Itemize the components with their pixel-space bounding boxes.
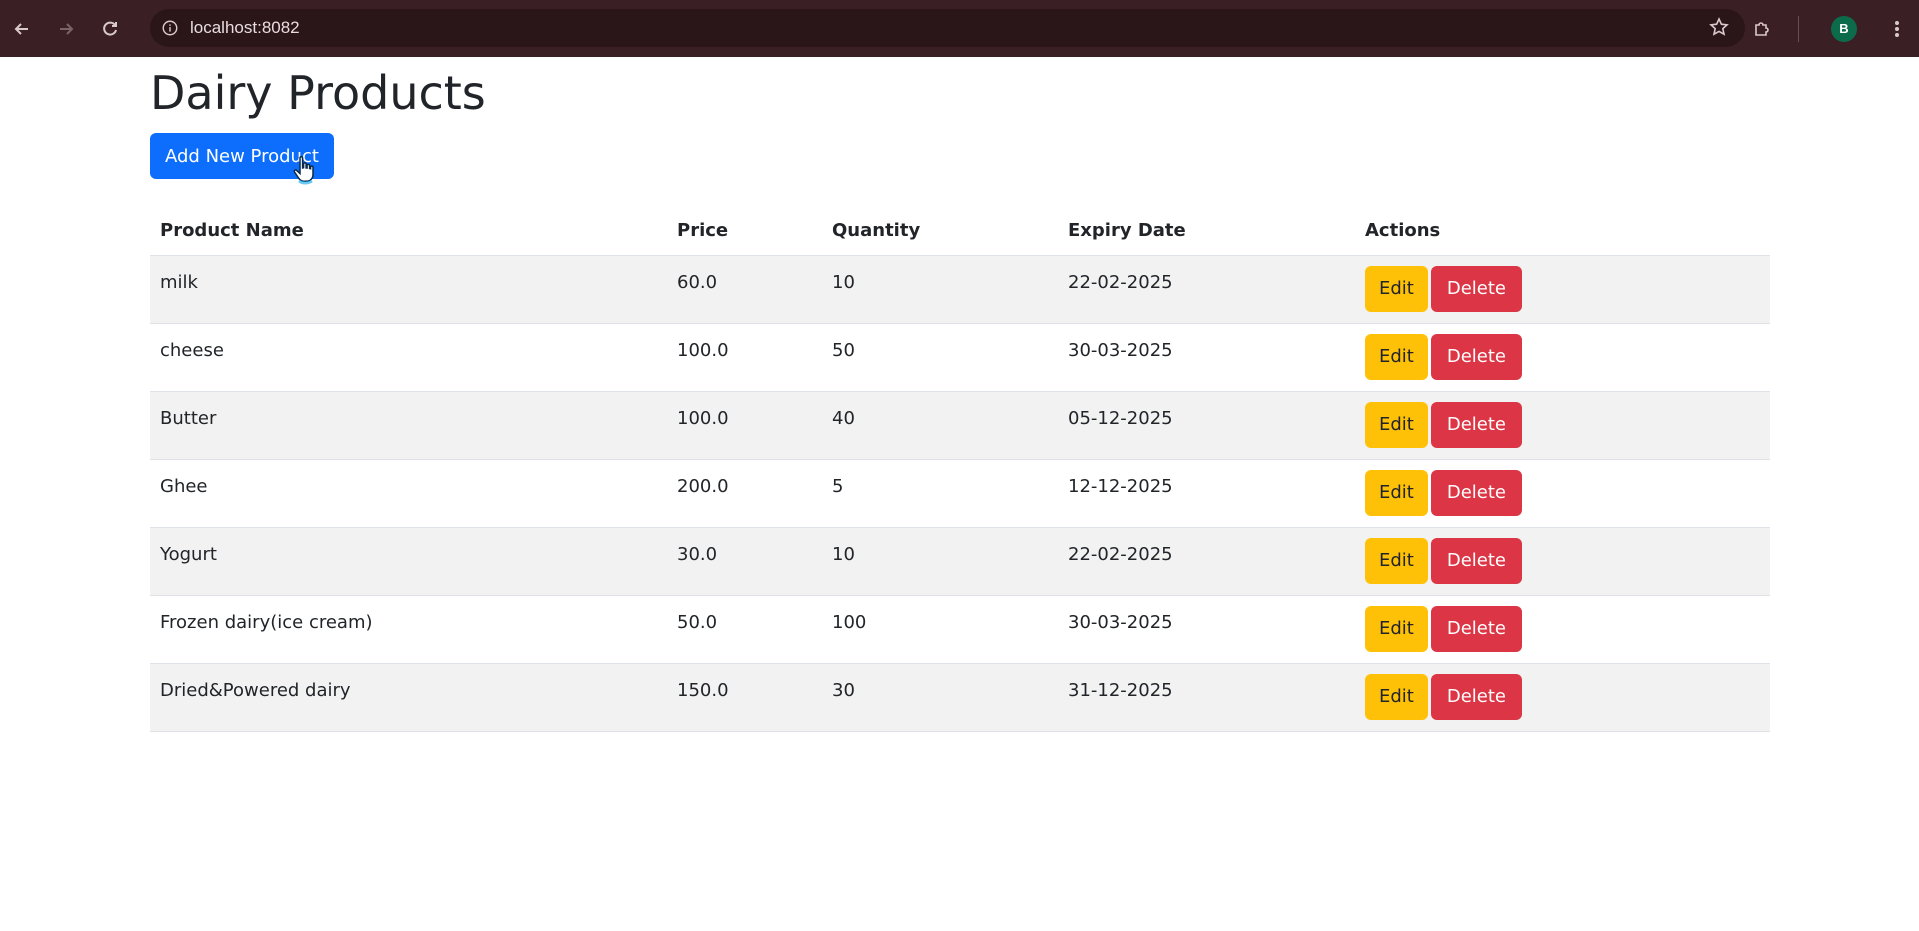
cell-product-name: Frozen dairy(ice cream) bbox=[150, 594, 667, 663]
cell-product-name: Yogurt bbox=[150, 526, 667, 595]
reload-icon bbox=[103, 21, 117, 36]
cell-actions: Edit Delete bbox=[1355, 526, 1770, 595]
products-table: Product Name Price Quantity Expiry Date … bbox=[150, 207, 1770, 732]
edit-button[interactable]: Edit bbox=[1365, 333, 1428, 380]
table-row: cheese 100.0 50 30-03-2025 Edit Delete bbox=[150, 322, 1770, 391]
cell-price: 200.0 bbox=[667, 458, 822, 527]
back-button[interactable] bbox=[0, 0, 44, 57]
cell-quantity: 40 bbox=[822, 390, 1058, 459]
table-row: Butter 100.0 40 05-12-2025 Edit Delete bbox=[150, 390, 1770, 459]
add-new-product-button[interactable]: Add New Product bbox=[150, 133, 334, 185]
reload-button[interactable] bbox=[88, 0, 132, 57]
cell-quantity: 100 bbox=[822, 594, 1058, 663]
header-quantity: Quantity bbox=[832, 220, 921, 242]
cell-actions: Edit Delete bbox=[1355, 254, 1770, 323]
hand-cursor-icon bbox=[293, 156, 314, 185]
page-title: Dairy Products bbox=[150, 66, 486, 120]
edit-button[interactable]: Edit bbox=[1365, 673, 1428, 720]
cell-price: 100.0 bbox=[667, 390, 822, 459]
arrow-left-icon bbox=[14, 22, 28, 35]
edit-button[interactable]: Edit bbox=[1365, 605, 1428, 652]
cell-quantity: 50 bbox=[822, 322, 1058, 391]
cell-quantity: 10 bbox=[822, 526, 1058, 595]
arrow-right-icon bbox=[60, 22, 74, 35]
delete-button[interactable]: Delete bbox=[1430, 673, 1523, 720]
page-content: Dairy Products Add New Product Product N… bbox=[150, 57, 1770, 732]
cell-actions: Edit Delete bbox=[1355, 322, 1770, 391]
header-product-name: Product Name bbox=[160, 220, 304, 242]
edit-button[interactable]: Edit bbox=[1365, 469, 1428, 516]
profile-avatar[interactable]: B bbox=[1831, 15, 1857, 42]
cell-actions: Edit Delete bbox=[1355, 662, 1770, 732]
toolbar-right: B bbox=[1740, 0, 1919, 57]
cell-expiry: 22-02-2025 bbox=[1058, 254, 1355, 323]
edit-button[interactable]: Edit bbox=[1365, 537, 1428, 584]
forward-button[interactable] bbox=[44, 0, 88, 57]
site-info-icon[interactable] bbox=[150, 19, 190, 37]
delete-button[interactable]: Delete bbox=[1430, 469, 1523, 516]
delete-button[interactable]: Delete bbox=[1430, 333, 1523, 380]
header-price: Price bbox=[677, 220, 729, 242]
cell-expiry: 05-12-2025 bbox=[1058, 390, 1355, 459]
cell-quantity: 10 bbox=[822, 254, 1058, 323]
header-actions: Actions bbox=[1365, 220, 1441, 242]
cell-actions: Edit Delete bbox=[1355, 458, 1770, 527]
cell-price: 30.0 bbox=[667, 526, 822, 595]
edit-button[interactable]: Edit bbox=[1365, 401, 1428, 448]
delete-button[interactable]: Delete bbox=[1430, 265, 1523, 312]
address-bar[interactable]: localhost:8082 bbox=[150, 9, 1745, 47]
cell-quantity: 30 bbox=[822, 662, 1058, 732]
cell-product-name: Butter bbox=[150, 390, 667, 459]
table-header-row: Product Name Price Quantity Expiry Date … bbox=[150, 207, 1770, 255]
browser-toolbar: localhost:8082 B bbox=[0, 0, 1919, 57]
cell-expiry: 30-03-2025 bbox=[1058, 322, 1355, 391]
cell-actions: Edit Delete bbox=[1355, 594, 1770, 663]
bookmark-star-icon[interactable] bbox=[1709, 17, 1729, 41]
cell-product-name: Ghee bbox=[150, 458, 667, 527]
cell-expiry: 31-12-2025 bbox=[1058, 662, 1355, 732]
cell-product-name: cheese bbox=[150, 322, 667, 391]
cell-quantity: 5 bbox=[822, 458, 1058, 527]
cell-price: 100.0 bbox=[667, 322, 822, 391]
table-row: milk 60.0 10 22-02-2025 Edit Delete bbox=[150, 254, 1770, 323]
cell-price: 150.0 bbox=[667, 662, 822, 732]
extensions-puzzle-icon[interactable] bbox=[1740, 7, 1784, 51]
delete-button[interactable]: Delete bbox=[1430, 401, 1523, 448]
table-row: Frozen dairy(ice cream) 50.0 100 30-03-2… bbox=[150, 594, 1770, 663]
cell-expiry: 22-02-2025 bbox=[1058, 526, 1355, 595]
cell-product-name: Dried&Powered dairy bbox=[150, 662, 667, 732]
cell-product-name: milk bbox=[150, 254, 667, 323]
table-row: Yogurt 30.0 10 22-02-2025 Edit Delete bbox=[150, 526, 1770, 595]
edit-button[interactable]: Edit bbox=[1365, 265, 1428, 312]
cell-price: 50.0 bbox=[667, 594, 822, 663]
url-text[interactable]: localhost:8082 bbox=[190, 18, 300, 38]
table-row: Ghee 200.0 5 12-12-2025 Edit Delete bbox=[150, 458, 1770, 527]
table-row: Dried&Powered dairy 150.0 30 31-12-2025 … bbox=[150, 662, 1770, 732]
more-menu-icon[interactable] bbox=[1885, 19, 1909, 39]
cell-expiry: 30-03-2025 bbox=[1058, 594, 1355, 663]
cell-actions: Edit Delete bbox=[1355, 390, 1770, 459]
delete-button[interactable]: Delete bbox=[1430, 605, 1523, 652]
delete-button[interactable]: Delete bbox=[1430, 537, 1523, 584]
cell-price: 60.0 bbox=[667, 254, 822, 323]
cell-expiry: 12-12-2025 bbox=[1058, 458, 1355, 527]
toolbar-divider bbox=[1798, 15, 1799, 42]
header-expiry-date: Expiry Date bbox=[1068, 220, 1186, 242]
